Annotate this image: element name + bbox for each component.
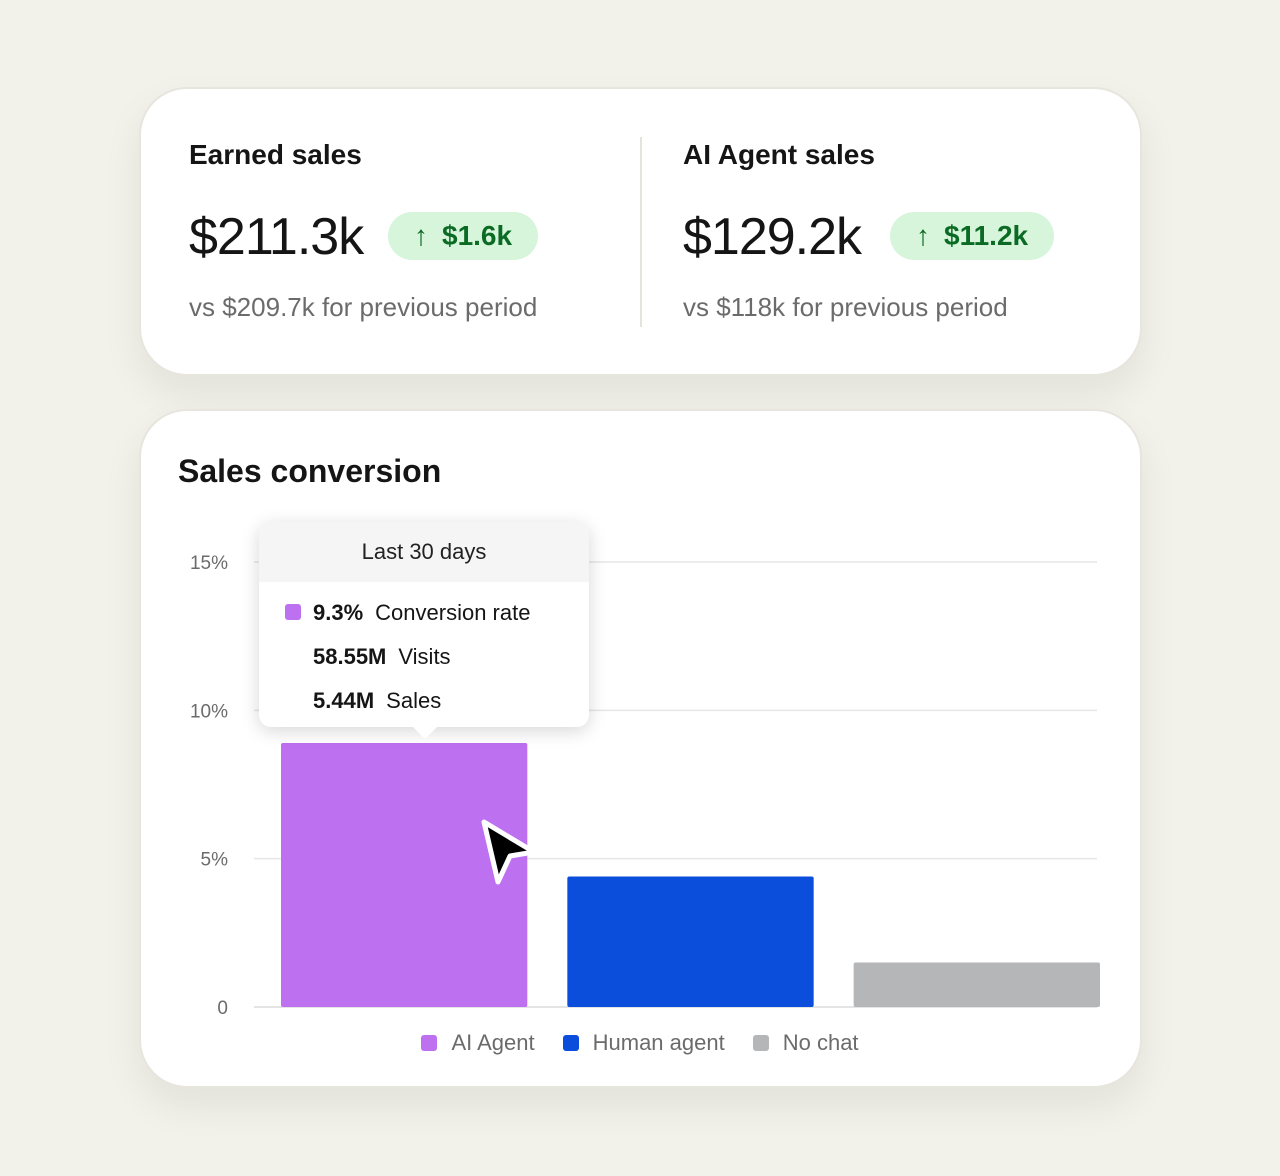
- tooltip-label: Conversion rate: [375, 600, 531, 625]
- tooltip-value: 58.55M: [313, 644, 387, 669]
- tooltip-label: Visits: [398, 644, 451, 669]
- bar-no-chat[interactable]: [853, 962, 1100, 1008]
- legend-label: AI Agent: [451, 1030, 535, 1055]
- y-tick-label: 10%: [190, 701, 228, 722]
- tooltip-swatch: [285, 604, 301, 620]
- chart-legend: AI Agent Human agent No chat: [0, 1030, 1280, 1056]
- mouse-pointer-icon: [481, 819, 537, 885]
- bar-human-agent[interactable]: [567, 876, 814, 1007]
- legend-item-no-chat[interactable]: No chat: [752, 1030, 859, 1056]
- y-tick-label: 0: [217, 998, 228, 1019]
- y-tick-label: 5%: [201, 850, 229, 871]
- tooltip-label: Sales: [386, 688, 442, 713]
- tooltip-value: 5.44M: [313, 688, 375, 713]
- tooltip-title: Last 30 days: [259, 522, 589, 582]
- tooltip-row-visits: 58.55M Visits: [313, 644, 451, 670]
- legend-item-ai-agent[interactable]: AI Agent: [421, 1030, 535, 1056]
- legend-label: No chat: [782, 1030, 859, 1055]
- y-tick-label: 15%: [190, 553, 228, 574]
- tooltip-row-conversion: 9.3% Conversion rate: [313, 600, 530, 626]
- tooltip-value: 9.3%: [313, 600, 364, 625]
- bar-chart: 0 5% 10% 15%: [190, 553, 1100, 1019]
- legend-item-human-agent[interactable]: Human agent: [562, 1030, 725, 1056]
- chart-tooltip: Last 30 days 9.3% Conversion rate 58.55M V…: [259, 522, 589, 739]
- legend-swatch: [421, 1035, 438, 1051]
- legend-swatch: [562, 1035, 579, 1051]
- legend-swatch: [752, 1035, 769, 1051]
- tooltip-pointer: [413, 727, 437, 739]
- tooltip-row-sales: 5.44M Sales: [313, 688, 441, 714]
- legend-label: Human agent: [592, 1030, 725, 1055]
